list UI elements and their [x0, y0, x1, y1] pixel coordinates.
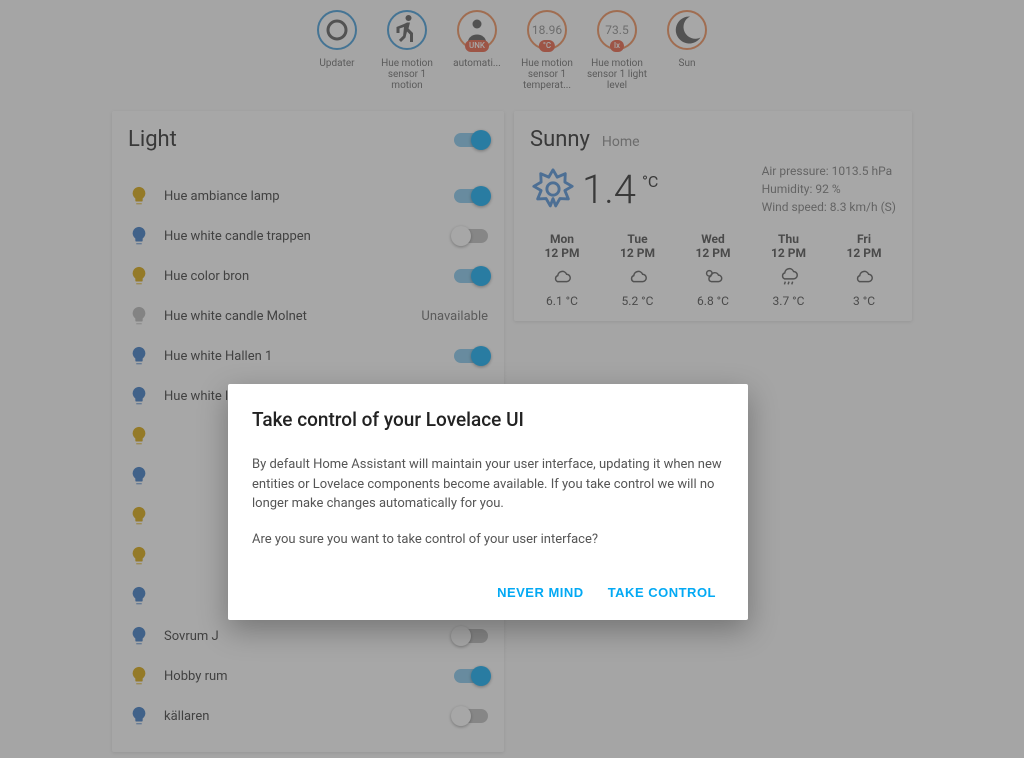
modal-scrim[interactable]: Take control of your Lovelace UI By defa… [0, 0, 1024, 758]
dialog: Take control of your Lovelace UI By defa… [228, 384, 748, 620]
dialog-para2: Are you sure you want to take control of… [252, 530, 724, 550]
cancel-button[interactable]: Never mind [489, 577, 592, 608]
confirm-button[interactable]: Take control [600, 577, 724, 608]
dialog-title: Take control of your Lovelace UI [252, 408, 724, 431]
dialog-para1: By default Home Assistant will maintain … [252, 455, 724, 514]
dialog-actions: Never mind Take control [252, 577, 724, 608]
dialog-body: By default Home Assistant will maintain … [252, 455, 724, 549]
